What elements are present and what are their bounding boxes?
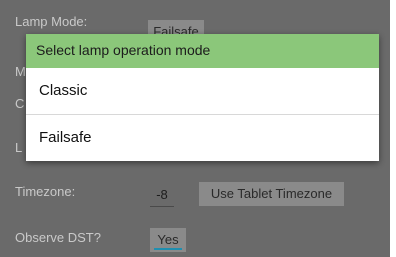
timezone-field[interactable]: -8	[150, 183, 174, 207]
timezone-underline	[150, 206, 174, 207]
option-failsafe[interactable]: Failsafe	[26, 115, 379, 161]
observe-dst-button[interactable]: Yes	[150, 228, 186, 252]
observe-dst-underline	[154, 248, 182, 250]
observe-dst-label: Observe DST?	[15, 230, 101, 245]
dialog-title: Select lamp operation mode	[26, 34, 379, 68]
lamp-mode-label: Lamp Mode:	[15, 14, 88, 29]
row-initial-l: L	[15, 140, 23, 155]
timezone-value: -8	[156, 187, 168, 202]
option-classic[interactable]: Classic	[26, 68, 379, 114]
observe-dst-value: Yes	[157, 232, 179, 247]
row-initial-c: C	[15, 96, 25, 111]
use-tablet-timezone-button[interactable]: Use Tablet Timezone	[199, 182, 344, 206]
timezone-label: Timezone:	[15, 184, 76, 199]
use-tablet-timezone-label: Use Tablet Timezone	[210, 186, 333, 201]
row-initial-m: M	[15, 64, 26, 79]
lamp-mode-dialog: Select lamp operation mode Classic Fails…	[26, 34, 379, 161]
